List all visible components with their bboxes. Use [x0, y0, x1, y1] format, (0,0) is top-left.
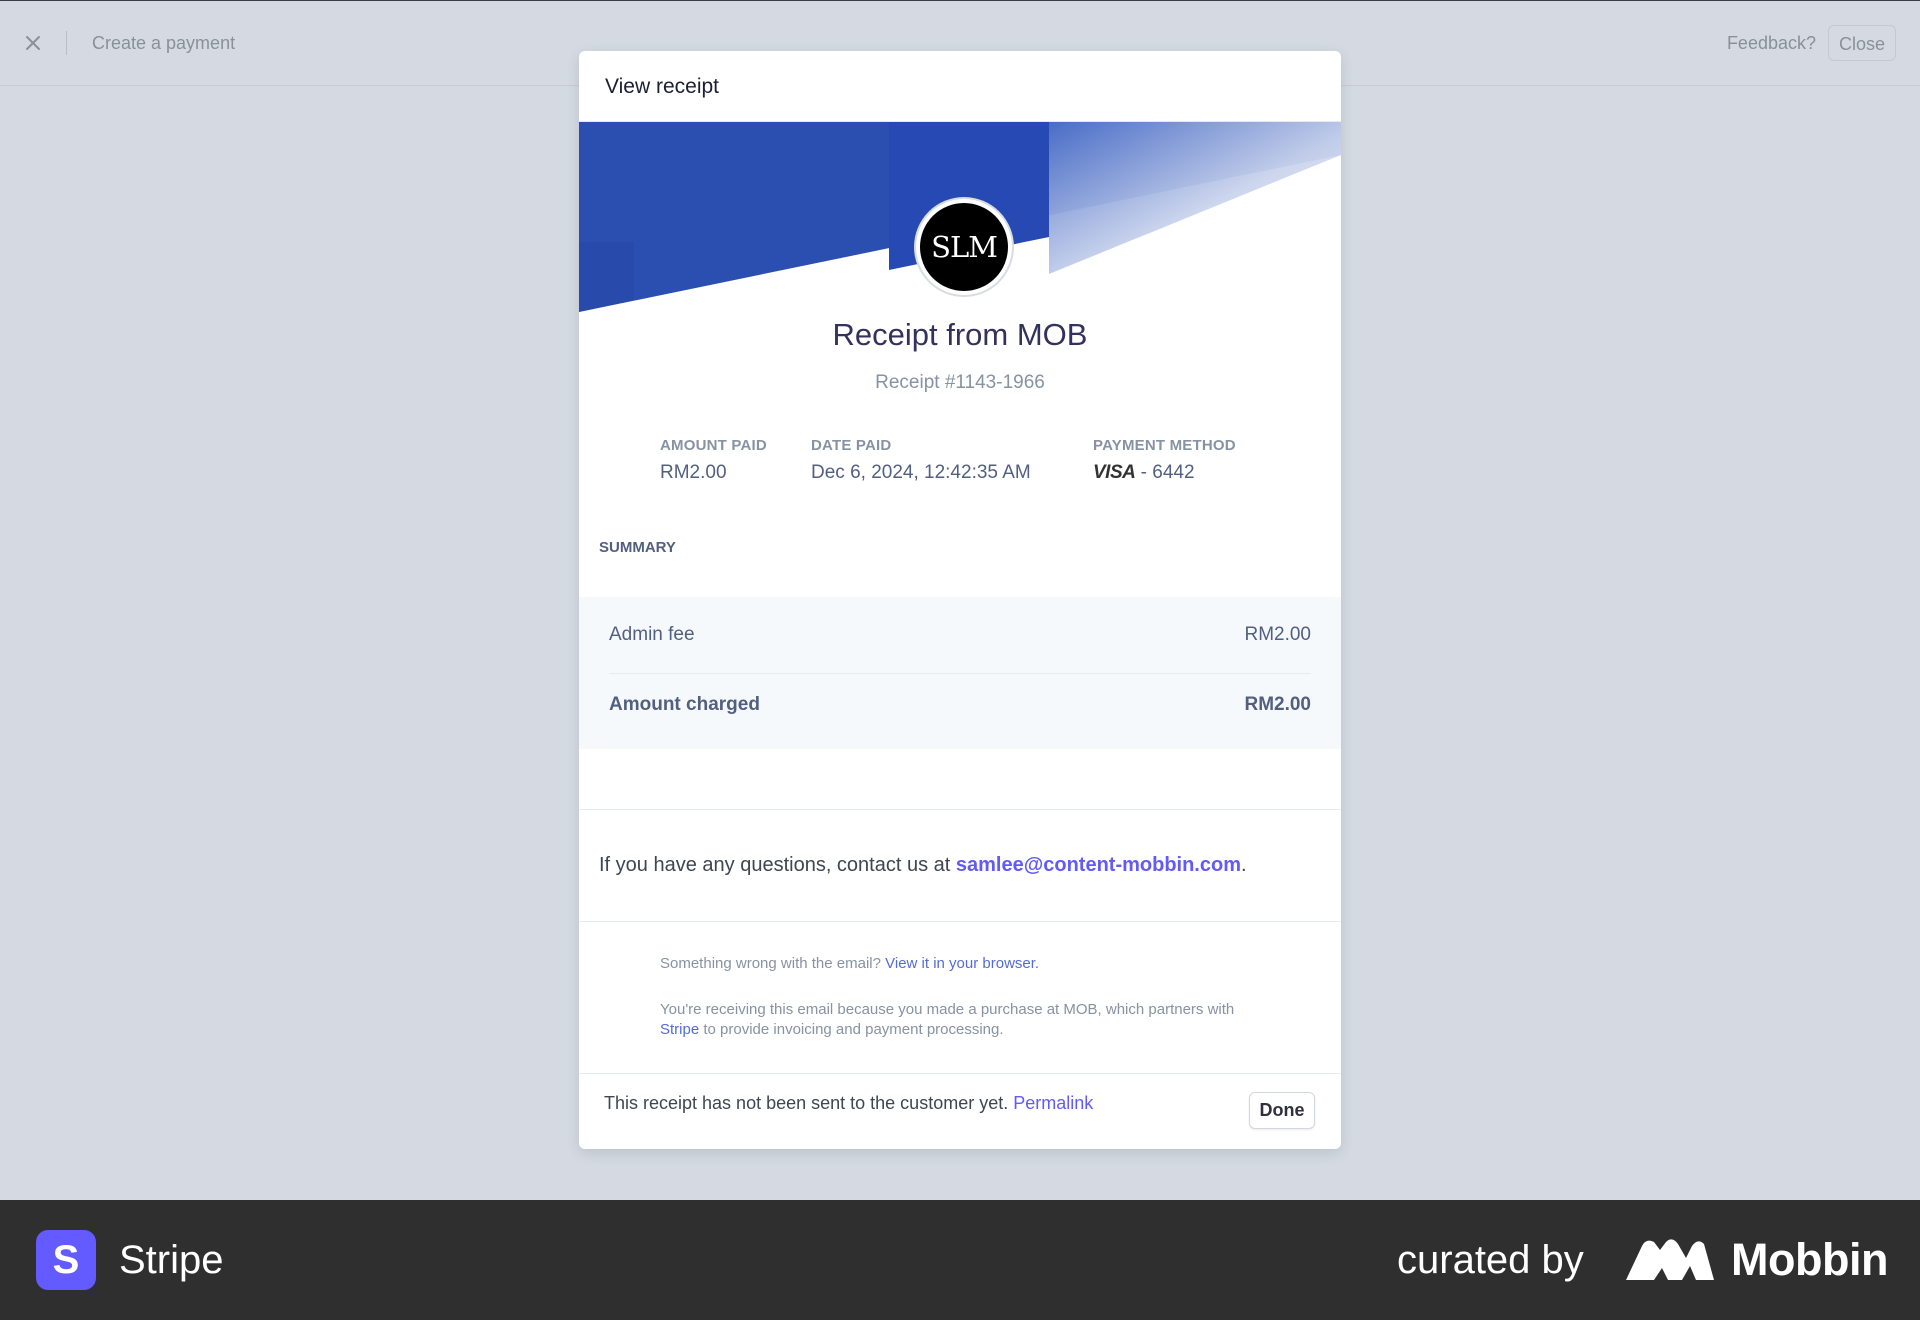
stripe-link[interactable]: Stripe	[660, 1021, 699, 1038]
contact-suffix: .	[1241, 854, 1247, 876]
summary-row: Admin fee RM2.00	[609, 624, 1311, 646]
divider	[579, 1073, 1341, 1074]
receipt-modal: View receipt SLM Receipt from MOB Receip…	[579, 51, 1341, 1149]
summary-label: SUMMARY	[599, 539, 676, 556]
send-status: This receipt has not been sent to the cu…	[604, 1093, 1093, 1114]
receipt-number: Receipt #1143-1966	[875, 372, 1045, 393]
contact-email-link[interactable]: samlee@content-mobbin.com	[956, 854, 1241, 876]
modal-header: View receipt	[579, 51, 1341, 122]
done-button[interactable]: Done	[1249, 1092, 1315, 1129]
date-paid-value: Dec 6, 2024, 12:42:35 AM	[811, 462, 1031, 483]
date-paid-block: DATE PAID Dec 6, 2024, 12:42:35 AM	[811, 437, 1031, 484]
view-in-browser-link[interactable]: View it in your browser.	[885, 955, 1039, 972]
receiving-note: You're receiving this email because you …	[660, 1000, 1260, 1040]
contact-prefix: If you have any questions, contact us at	[599, 854, 956, 876]
line-item-amount: RM2.00	[1244, 624, 1311, 645]
modal-title: View receipt	[605, 75, 720, 98]
date-paid-label: DATE PAID	[811, 437, 892, 454]
contact-text: If you have any questions, contact us at…	[599, 854, 1247, 877]
amount-paid-label: AMOUNT PAID	[660, 437, 767, 454]
divider	[609, 673, 1311, 674]
payment-method-label: PAYMENT METHOD	[1093, 437, 1236, 454]
summary-total-row: Amount charged RM2.00	[609, 694, 1311, 716]
total-amount: RM2.00	[1244, 694, 1311, 715]
feedback-link[interactable]: Feedback?	[1727, 33, 1816, 54]
total-label: Amount charged	[609, 694, 760, 715]
summary-table: Admin fee RM2.00 Amount charged RM2.00	[579, 597, 1341, 749]
curated-by-label: curated by	[1397, 1238, 1584, 1282]
close-icon[interactable]	[22, 32, 44, 54]
receipt-title: Receipt from MOB	[832, 317, 1088, 352]
merchant-logo: SLM	[916, 199, 1012, 295]
page-title: Create a payment	[92, 33, 236, 53]
status-text: This receipt has not been sent to the cu…	[604, 1093, 1014, 1113]
app-name: Stripe	[119, 1238, 224, 1282]
wrong-email-text: Something wrong with the email?	[660, 955, 886, 972]
curator-name: Mobbin	[1731, 1234, 1888, 1285]
amount-paid-block: AMOUNT PAID RM2.00	[660, 437, 767, 484]
stripe-app-icon: S	[36, 1230, 96, 1290]
wrong-email-note: Something wrong with the email? View it …	[660, 954, 1260, 974]
divider	[579, 809, 1341, 810]
mobbin-logo-icon	[1626, 1239, 1714, 1280]
close-button[interactable]: Close	[1827, 25, 1896, 61]
divider	[66, 31, 67, 55]
visa-icon: VISA	[1093, 462, 1136, 483]
receiving-text-end: to provide invoicing and payment process…	[699, 1021, 1004, 1038]
payment-method-value: VISA - 6442	[1093, 462, 1236, 484]
amount-paid-value: RM2.00	[660, 462, 727, 483]
divider	[579, 921, 1341, 922]
receiving-text: You're receiving this email because you …	[660, 1001, 1235, 1018]
branding-bar: S Stripe curated by Mobbin	[0, 1200, 1920, 1320]
payment-method-block: PAYMENT METHOD VISA - 6442	[1093, 437, 1236, 484]
card-last4: - 6442	[1140, 462, 1195, 483]
permalink-link[interactable]: Permalink	[1013, 1093, 1093, 1113]
line-item-label: Admin fee	[609, 624, 695, 645]
